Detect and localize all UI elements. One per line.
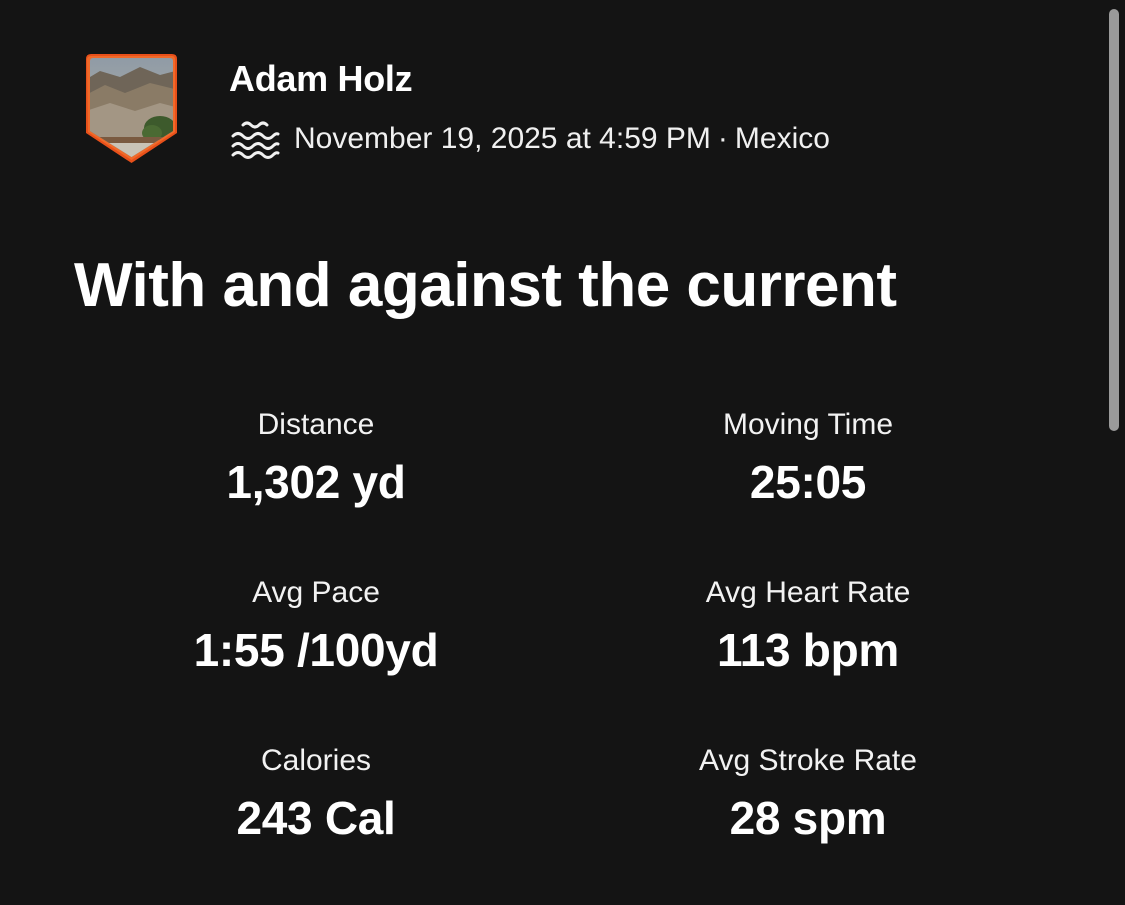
stat-avg-heart-rate: Avg Heart Rate 113 bpm xyxy=(562,566,1054,734)
stat-value: 1,302 yd xyxy=(226,456,406,508)
activity-page: Adam Holz November 19, 2025 at 4:59 PM ·… xyxy=(0,0,1125,905)
stat-value: 28 spm xyxy=(729,792,887,844)
activity-title: With and against the current xyxy=(74,251,897,320)
swim-icon xyxy=(231,121,280,159)
stat-moving-time: Moving Time 25:05 xyxy=(562,398,1054,566)
stat-avg-stroke-rate: Avg Stroke Rate 28 spm xyxy=(562,734,1054,902)
stat-avg-pace: Avg Pace 1:55 /100yd xyxy=(70,566,562,734)
activity-date: November 19, 2025 at 4:59 PM xyxy=(294,122,711,155)
athlete-avatar[interactable] xyxy=(80,53,183,165)
stat-value: 113 bpm xyxy=(717,624,899,676)
stat-label: Calories xyxy=(260,744,372,777)
stat-calories: Calories 243 Cal xyxy=(70,734,562,902)
stat-label: Avg Heart Rate xyxy=(705,576,911,609)
scrollbar[interactable] xyxy=(1103,0,1125,905)
stats-grid: Distance 1,302 yd Moving Time 25:05 Avg … xyxy=(70,398,1054,902)
activity-meta: November 19, 2025 at 4:59 PM · Mexico xyxy=(230,118,830,160)
activity-location: Mexico xyxy=(734,122,830,155)
stat-value: 1:55 /100yd xyxy=(193,624,439,676)
athlete-name[interactable]: Adam Holz xyxy=(229,58,413,100)
stat-label: Avg Pace xyxy=(252,576,380,609)
stat-label: Distance xyxy=(257,408,375,441)
stat-label: Moving Time xyxy=(722,408,894,441)
stat-distance: Distance 1,302 yd xyxy=(70,398,562,566)
scrollbar-thumb[interactable] xyxy=(1109,9,1119,431)
stat-label: Avg Stroke Rate xyxy=(699,744,917,777)
stat-value: 243 Cal xyxy=(236,792,396,844)
meta-separator: · xyxy=(717,122,728,155)
stat-value: 25:05 xyxy=(749,456,867,508)
